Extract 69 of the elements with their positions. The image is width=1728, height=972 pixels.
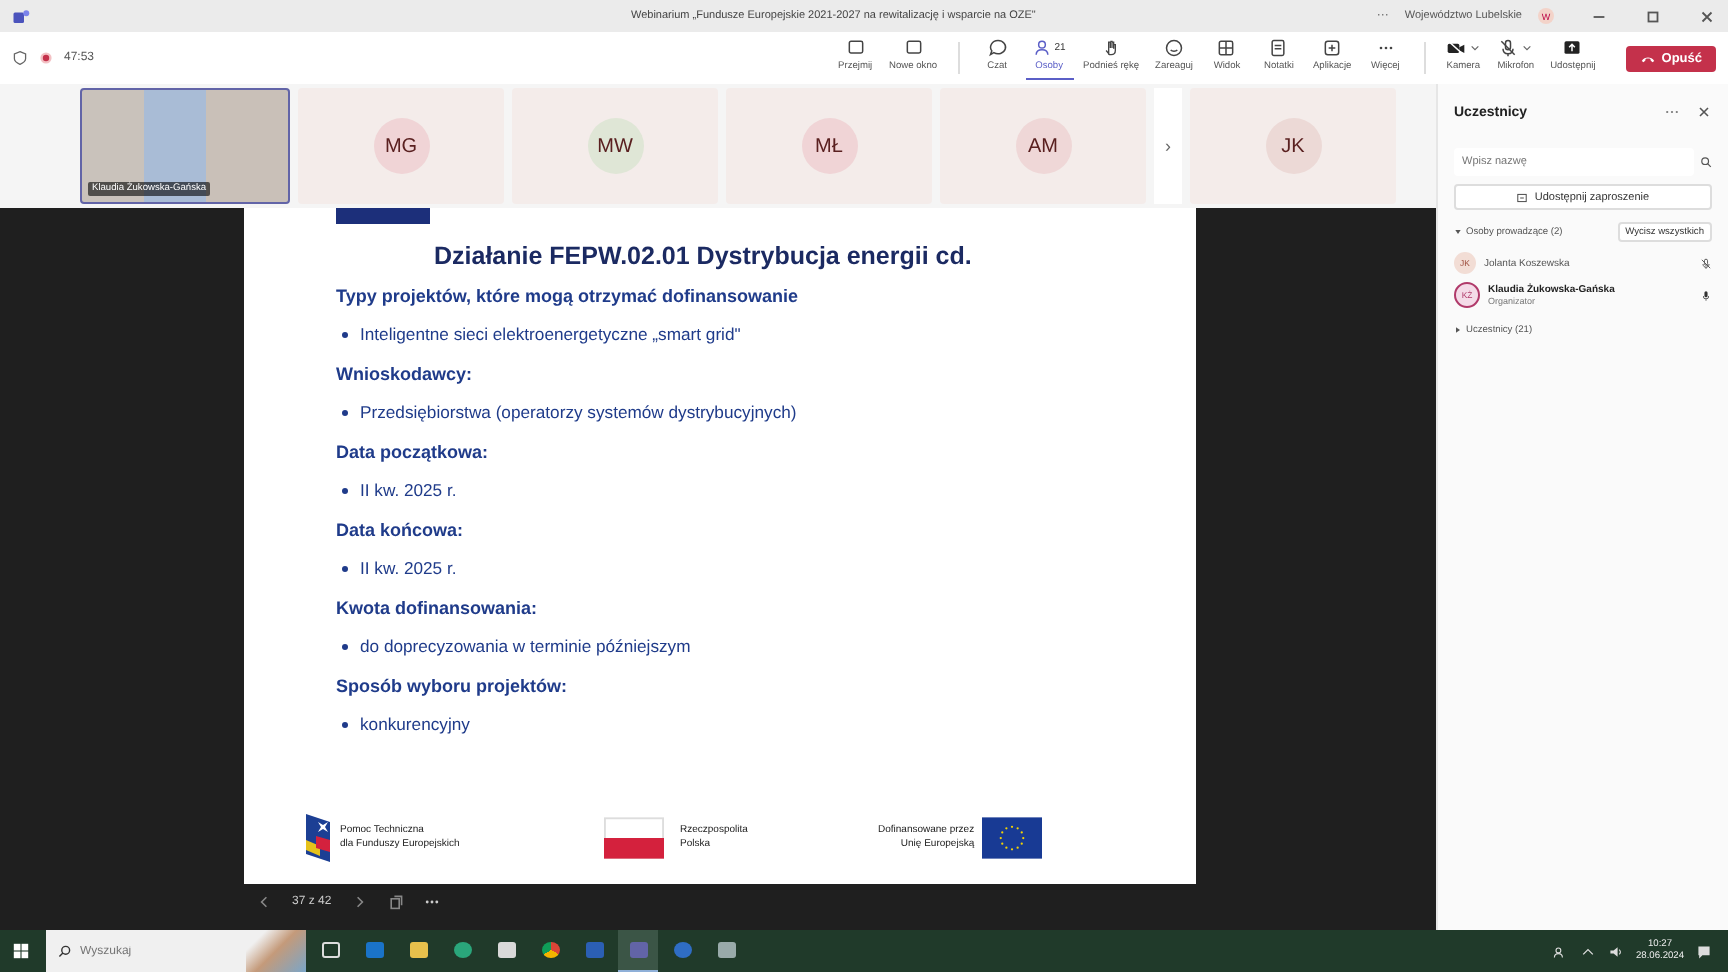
participant-tile[interactable]: MŁ: [726, 88, 932, 204]
slide-heading: Sposób wyboru projektów:: [336, 673, 570, 700]
search-icon[interactable]: [58, 944, 72, 958]
person-icon: [1032, 38, 1053, 58]
participant-tile[interactable]: MW: [512, 88, 718, 204]
bullet-icon: [342, 565, 348, 572]
chevron-up-icon[interactable]: [1579, 943, 1596, 959]
phone-icon: [1639, 53, 1656, 63]
close-icon[interactable]: [1696, 104, 1712, 120]
person-icon[interactable]: [1551, 943, 1568, 959]
caret-icon[interactable]: [1470, 44, 1481, 52]
recording-icon: [38, 50, 54, 66]
participant-avatar: MŁ: [801, 118, 857, 174]
slide-bullet-text: II kw. 2025 r.: [360, 480, 457, 501]
bullet-icon: [342, 487, 348, 494]
start-icon[interactable]: [12, 942, 30, 960]
slide-bullet-text: Inteligentne sieci elektroenergetyczne „smart grid": [360, 324, 741, 345]
slide-bullet-text: II kw. 2025 r.: [360, 558, 457, 579]
chevron-left-icon[interactable]: [256, 894, 272, 910]
grid-icon: [1216, 38, 1237, 58]
bullet-icon: [342, 331, 348, 338]
plus-icon: [1322, 38, 1343, 58]
participant-avatar: JK: [1265, 118, 1321, 174]
next-page-button[interactable]: ›: [1154, 88, 1182, 204]
caret-down-icon: [1454, 228, 1462, 236]
participant-tile[interactable]: AM: [940, 88, 1146, 204]
chevron-right-icon[interactable]: [351, 894, 368, 910]
close-icon[interactable]: [1698, 7, 1716, 25]
notifications-icon[interactable]: [1696, 943, 1712, 959]
slide-header-bar: [336, 208, 430, 224]
participant-avatar: AM: [1015, 118, 1071, 174]
speaker-icon[interactable]: [1607, 943, 1624, 959]
slide-title: Działanie FEPW.02.01 Dystrybucja energii cd.: [434, 242, 974, 270]
microphone-off-icon: [1498, 38, 1519, 58]
app-logo-icon: [12, 7, 30, 25]
bullet-icon: [342, 409, 348, 416]
share-screen-icon: [1562, 38, 1583, 58]
star-flag-icon: [982, 816, 1043, 860]
camera-off-icon: [1446, 38, 1467, 58]
slide-bullet-text: Przedsiębiorstwa (operatorzy systemów dystrybucyjnych): [360, 402, 797, 423]
star-flag-logo-icon: [304, 812, 332, 864]
smiley-icon: [1164, 38, 1185, 58]
slide-heading: Typy projektów, które mogą otrzymać dofinansowanie: [336, 283, 801, 310]
slide-bullet-text: do doprecyzowania w terminie późniejszym: [360, 636, 691, 657]
flag-icon: [604, 816, 664, 860]
caret-right-icon: [1454, 326, 1462, 334]
caret-icon[interactable]: [1522, 44, 1533, 52]
participant-avatar: MW: [587, 118, 643, 174]
slide-heading: Wnioskodawcy:: [336, 361, 475, 388]
window-icon: [845, 38, 866, 58]
hand-icon: [1101, 38, 1122, 58]
search-highlight-picture: [246, 930, 306, 972]
participant-tile[interactable]: JK: [1190, 88, 1396, 204]
participant-tile[interactable]: MG: [298, 88, 504, 204]
slide-heading: Kwota dofinansowania:: [336, 595, 540, 622]
shield-icon: [12, 50, 28, 66]
slide-heading: Data początkowa:: [336, 439, 491, 466]
invite-icon: [1516, 191, 1529, 203]
search-icon[interactable]: [1700, 156, 1712, 168]
chat-icon: [987, 38, 1008, 58]
note-icon: [1268, 38, 1289, 58]
window-icon: [903, 38, 924, 58]
bullet-icon: [342, 721, 348, 728]
copy-icon[interactable]: [387, 894, 404, 910]
slide-heading: Data końcowa:: [336, 517, 466, 544]
maximize-icon[interactable]: [1644, 7, 1662, 25]
bullet-icon: [342, 643, 348, 650]
participant-avatar: MG: [373, 118, 429, 174]
slide-bullet-text: konkurencyjny: [360, 714, 470, 735]
